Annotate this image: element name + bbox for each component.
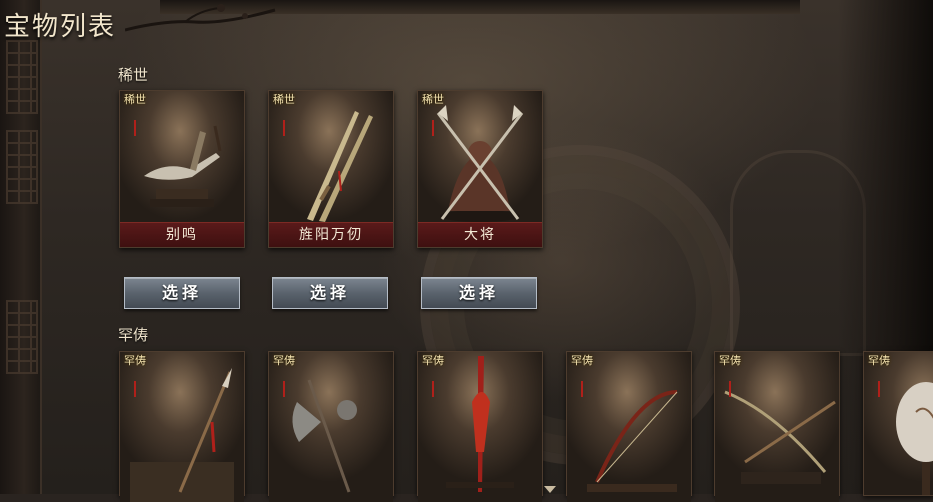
treasure-art: 罕俦 — [120, 352, 244, 502]
treasure-card-jingyang[interactable]: 稀世 旌阳万仞 — [268, 90, 394, 248]
treasure-card-screen[interactable]: 罕俦 — [863, 351, 933, 496]
rarity-badge: 罕俦 — [272, 355, 296, 397]
section-label-scarce: 罕俦 — [118, 326, 149, 344]
rarity-badge: 稀世 — [123, 94, 147, 136]
rarity-badge: 罕俦 — [718, 355, 742, 397]
rarity-badge: 罕俦 — [421, 355, 445, 397]
select-button-bieming[interactable]: 选择 — [124, 277, 240, 309]
rarity-badge: 稀世 — [272, 94, 296, 136]
rarity-badge: 罕俦 — [867, 355, 891, 397]
lattice-window — [6, 300, 38, 374]
treasure-art: 稀世 — [120, 91, 244, 222]
page-title: 宝物列表 — [4, 12, 117, 42]
rarity-badge: 罕俦 — [570, 355, 594, 397]
lattice-window — [6, 130, 38, 204]
rarity-badge: 罕俦 — [123, 355, 147, 397]
treasure-card-bieming[interactable]: 稀世 别鸣 — [119, 90, 245, 248]
treasure-card-crossbow[interactable]: 罕俦 — [714, 351, 840, 502]
treasure-card-glaive[interactable]: 罕俦 — [417, 351, 543, 502]
treasure-name: 旌阳万仞 — [269, 222, 393, 247]
treasure-card-dajiang[interactable]: 稀世 大将 — [417, 90, 543, 248]
treasure-card-axe[interactable]: 罕俦 — [268, 351, 394, 502]
left-pillar — [0, 0, 42, 494]
treasure-art: 罕俦 — [269, 352, 393, 502]
treasure-art: 罕俦 — [715, 352, 839, 502]
treasure-card-spear[interactable]: 罕俦 — [119, 351, 245, 502]
treasure-art: 稀世 — [418, 91, 542, 222]
select-button-jingyang[interactable]: 选择 — [272, 277, 388, 309]
scroll-down-icon[interactable] — [544, 486, 556, 493]
select-button-dajiang[interactable]: 选择 — [421, 277, 537, 309]
treasure-name: 大将 — [418, 222, 542, 247]
treasure-art: 稀世 — [269, 91, 393, 222]
plum-branch-icon — [125, 4, 276, 32]
lattice-window — [6, 40, 38, 114]
treasure-art: 罕俦 — [418, 352, 542, 502]
treasure-name: 别鸣 — [120, 222, 244, 247]
section-label-rare: 稀世 — [118, 66, 149, 84]
treasure-art: 罕俦 — [567, 352, 691, 502]
treasure-art: 罕俦 — [864, 352, 933, 495]
rarity-badge: 稀世 — [421, 94, 445, 136]
treasure-card-bow[interactable]: 罕俦 — [566, 351, 692, 502]
